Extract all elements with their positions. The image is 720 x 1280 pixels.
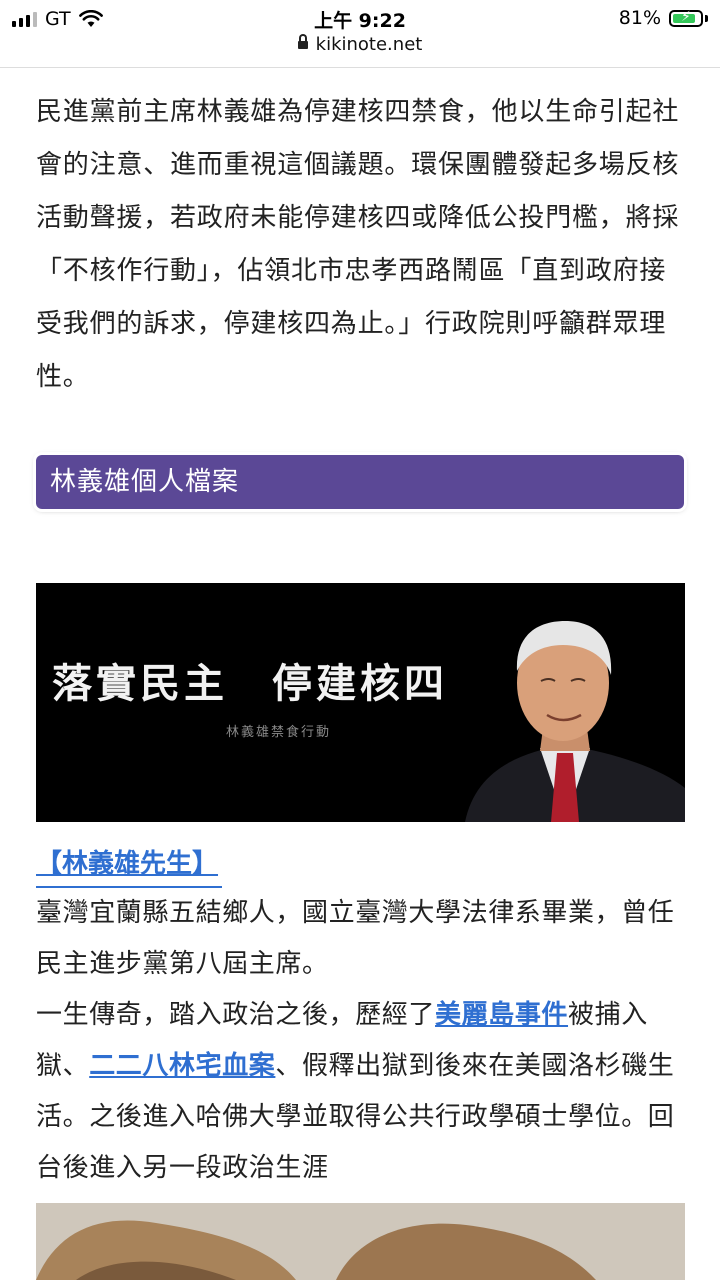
article-body: 民進黨前主席林義雄為停建核四禁食，他以生命引起社會的注意、進而重視這個議題。環保… [36,86,686,404]
charging-bolt-icon: ⚡ [681,8,691,25]
lock-icon [297,34,308,49]
intro-paragraph: 民進黨前主席林義雄為停建核四禁食，他以生命引起社會的注意、進而重視這個議題。環保… [36,97,680,392]
banner-subtitle: 林義雄禁食行動 [226,725,332,740]
photo-placeholder [36,1203,685,1280]
status-bar: GT 上午 9:22 81% ⚡ [0,0,720,36]
banner-title: 落實民主 停建核四 [52,660,448,707]
section-header: 林義雄個人檔案 [36,455,684,509]
status-bar-right: 81% ⚡ [619,7,708,29]
url-domain: kikinote.net [315,34,423,55]
toolbar-divider [0,67,720,68]
battery-tip [705,14,708,22]
bio-title-underline: 【林義雄先生】 [36,842,223,888]
battery-percent: 81% [618,7,661,29]
clock: 上午 9:22 [314,10,406,32]
address-bar[interactable]: kikinote.net [0,34,720,66]
lin-family-massacre-link[interactable]: 二二八林宅血案 [89,1051,275,1081]
battery-icon: ⚡ [669,8,703,27]
bio-paragraph-1: 臺灣宜蘭縣五結鄉人，國立臺灣大學法律系畢業，曾任民主進步黨第八屆主席。 [36,898,675,979]
bio-paragraph-2: 一生傳奇，踏入政治之後，歷經了美麗島事件被捕入獄、二二八林宅血案、假釋出獄到後來… [36,990,692,1194]
bottom-photo [36,1203,685,1280]
bio-section: 【林義雄先生】 臺灣宜蘭縣五結鄉人，國立臺灣大學法律系畢業，曾任民主進步黨第八屆… [36,842,692,1194]
banner-image: 落實民主 停建核四 林義雄禁食行動 [36,583,685,822]
bio-text-part-1: 一生傳奇，踏入政治之後，歷經了 [36,1000,436,1030]
bio-title-link[interactable]: 【林義雄先生】 [36,842,218,886]
portrait-illustration [465,621,685,822]
formosa-incident-link[interactable]: 美麗島事件 [435,1000,568,1030]
